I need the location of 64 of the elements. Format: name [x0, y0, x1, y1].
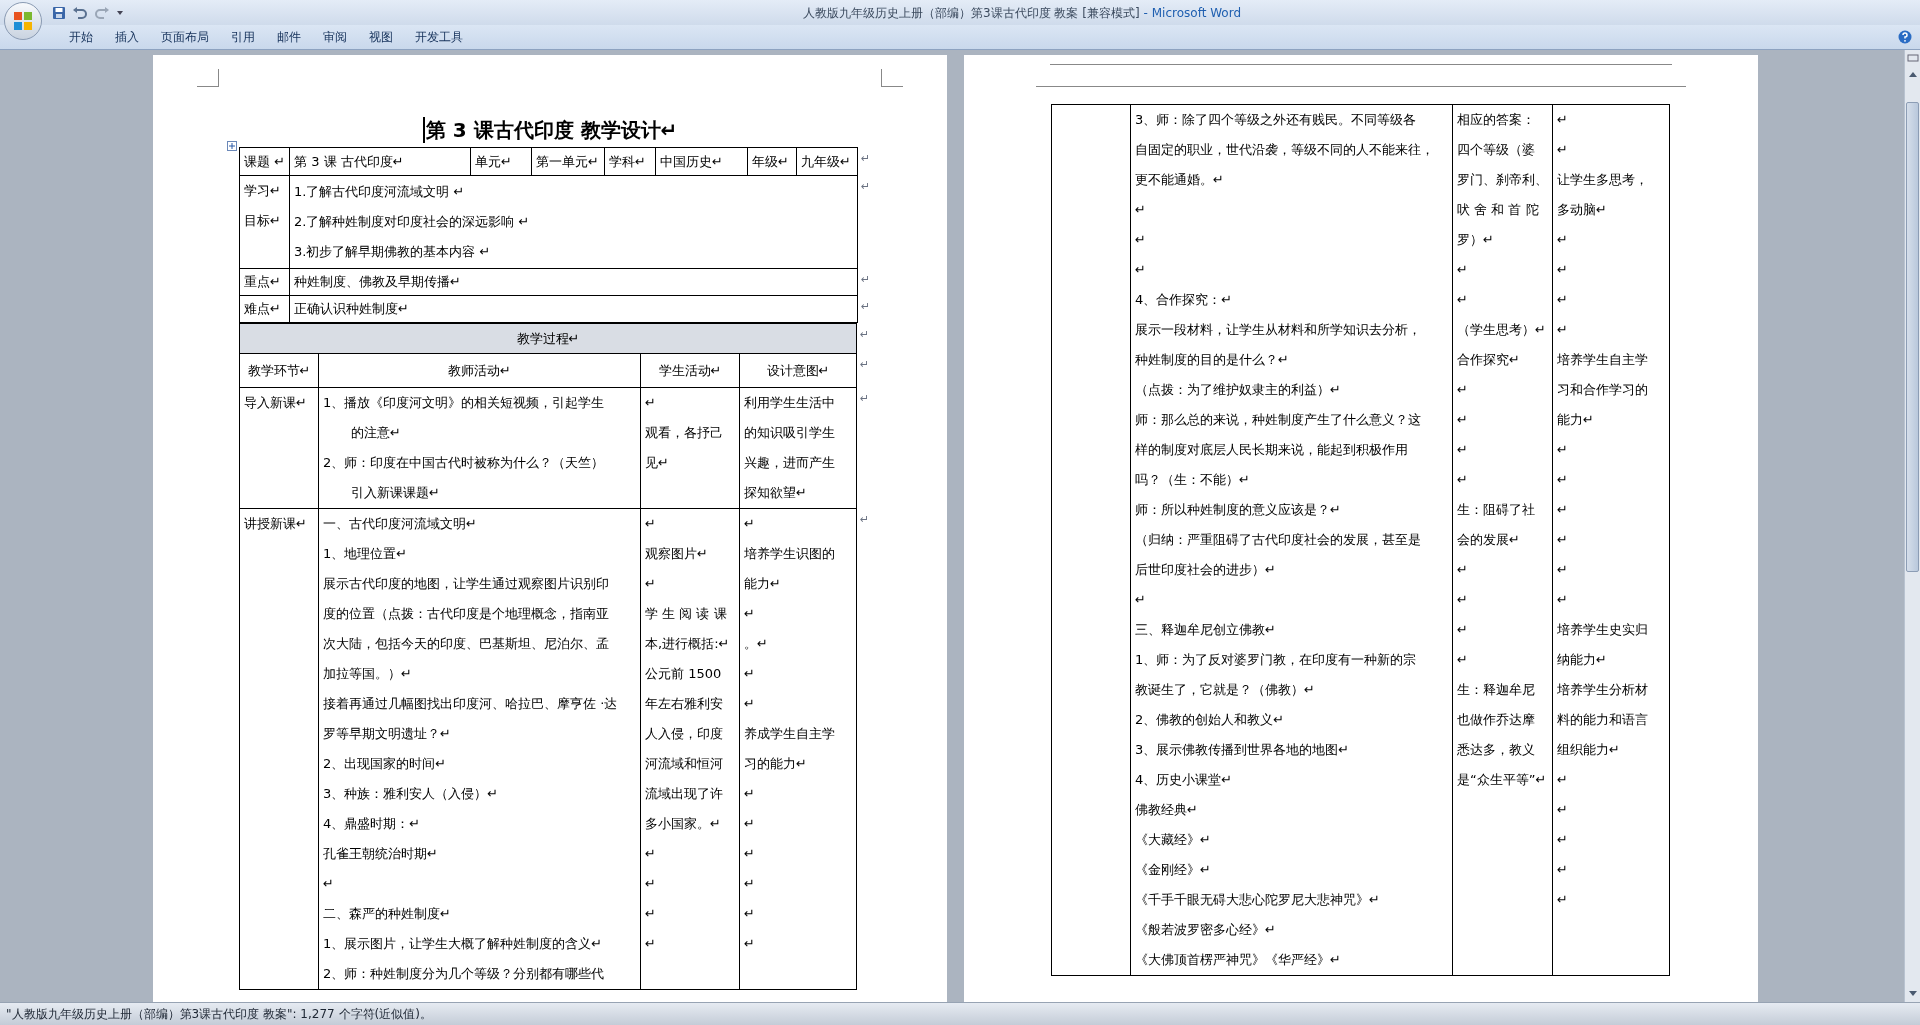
help-icon[interactable]: [1898, 30, 1912, 44]
table-cell: 中国历史↵: [655, 147, 748, 176]
crop-mark: [197, 69, 219, 87]
table-cell: ↵ 观看，各抒己 见↵: [640, 387, 740, 509]
ribbon-tab[interactable]: 审阅: [314, 26, 356, 48]
vertical-scrollbar[interactable]: [1904, 50, 1920, 1002]
table-cell: 学科↵: [604, 147, 656, 176]
ribbon-tab[interactable]: 开发工具: [406, 26, 472, 48]
table-cell: 课题 ↵: [239, 147, 290, 176]
table-cell: 年级↵: [747, 147, 797, 176]
end-of-row-mark: ↵: [860, 327, 870, 341]
ribbon-tab[interactable]: 邮件: [268, 26, 310, 48]
ruler-toggle-icon[interactable]: [1906, 52, 1919, 64]
office-logo-icon: [12, 10, 34, 32]
table-cell: 讲授新课↵: [239, 508, 319, 990]
ribbon-tab[interactable]: 插入: [106, 26, 148, 48]
office-button[interactable]: [4, 2, 42, 40]
table-cell: 1.了解古代印度河流域文明 ↵ 2.了解种姓制度对印度社会的深远影响 ↵ 3.初步了解早期佛教的基本内容 ↵: [289, 175, 858, 269]
table-cell: 种姓制度、佛教及早期传播↵: [289, 268, 858, 296]
end-of-row-mark: ↵: [861, 179, 871, 193]
end-of-row-mark: ↵: [861, 299, 871, 313]
window-title: 人教版九年级历史上册（部编）第3课古代印度 教案 [兼容模式]: [802, 4, 1140, 22]
scrollbar-thumb[interactable]: [1906, 102, 1919, 572]
column-header: 教师活动↵: [318, 353, 641, 388]
table-cell: 第一单元↵: [531, 147, 605, 176]
table-cell: 3、师：除了四个等级之外还有贱民。不同等级各 自固定的职业，世代沿袭，等级不同的人不能来往， 更不能通婚。↵ ↵ ↵ ↵ 4、合作探究：↵ 展示一段材料，让学生从材料和所学知识去分析， 种姓制度的目的是什么？↵ （点拨：为了维护奴隶主的利益）↵ 师：那么总的来说，种姓制度产生了什么意义？这 样的制度对底层人民长期来说，能起到积极作用 吗？（生：不能）↵ 师：所以种姓制度的意义应该是？↵ （归纳：严重阻碍了古代印度社会的发展，甚至是 后世印度社会的进步）↵ ↵ 三、释迦牟尼创立佛教↵ 1、师：为了反对婆罗门教，在印度有一种新的宗 教诞生了，它就是？（佛教）↵ 2、佛教的创始人和教义↵ 3、展示佛教传播到世界各地的地图↵ 4、历史小课堂↵ 佛教经典↵ 《大藏经》↵ 《金刚经》↵ 《千手千眼无碍大悲心陀罗尼大悲神咒》↵ 《般若波罗密多心经》↵ 《大佛顶首楞严神咒》《华严经》↵: [1130, 104, 1453, 976]
ribbon-tab[interactable]: 开始: [60, 26, 102, 48]
ribbon-tab[interactable]: 引用: [222, 26, 264, 48]
table-cell: 单元↵: [470, 147, 532, 176]
table-caption-cell: 教学过程↵: [239, 323, 857, 354]
table-cell: 导入新课↵: [239, 387, 319, 509]
table-move-handle-icon[interactable]: [227, 141, 237, 151]
undo-icon[interactable]: [72, 5, 88, 20]
table-cell: 难点↵: [239, 295, 290, 323]
table-cell: 第 3 课 古代印度↵: [289, 147, 471, 176]
ribbon-tab[interactable]: 视图: [360, 26, 402, 48]
customize-caret-icon[interactable]: [116, 8, 124, 17]
table-cell: 正确认识种姓制度↵: [289, 295, 858, 323]
ribbon-tab[interactable]: 页面布局: [152, 26, 218, 48]
column-header: 设计意图↵: [739, 353, 857, 388]
table-cell: 重点↵: [239, 268, 290, 296]
status-text: "人教版九年级历史上册（部编）第3课古代印度 教案": 1,277 个字符(近似值)。: [6, 1006, 432, 1023]
app-name: - Microsoft Word: [1143, 4, 1242, 22]
end-of-row-mark: ↵: [861, 272, 871, 286]
table-cell: 1、播放《印度河文明》的相关短视频，引起学生 的注意↵ 2、师：印度在中国古代时被称为什么？（天竺） 引入新课课题↵: [318, 387, 641, 509]
crop-mark: [881, 69, 903, 87]
table-cell: 九年级↵: [796, 147, 858, 176]
table-cell: 一、古代印度河流域文明↵ 1、地理位置↵ 展示古代印度的地图，让学生通过观察图片识别印 度的位置（点拨：古代印度是个地理概念，指南亚 次大陆，包括今天的印度、巴基斯坦、尼泊尔、孟 加拉等国。）↵ 接着再通过几幅图找出印度河、哈拉巴、摩亨佐 ·达 罗等早期文明遗址？↵ 2、出现国家的时间↵ 3、种族：雅利安人（入侵）↵ 4、鼎盛时期：↵ 孔雀王朝统治时期↵ ↵ 二、森严的种姓制度↵ 1、展示图片，让学生大概了解种姓制度的含义↵ 2、师：种姓制度分为几个等级？分别都有哪些代: [318, 508, 641, 990]
end-of-row-mark: ↵: [860, 512, 870, 526]
save-icon[interactable]: [52, 5, 66, 20]
table-cell: ↵ ↵ 让学生多思考， 多动脑↵ ↵ ↵ ↵ ↵ 培养学生自主学 习和合作学习的 能力↵ ↵ ↵ ↵ ↵ ↵ ↵ 培养学生史实归 纳能力↵ 培养学生分析材 料的能力和语言 组织能力↵ ↵ ↵ ↵ ↵ ↵: [1552, 104, 1670, 976]
end-of-row-mark: ↵: [860, 357, 870, 371]
column-header: 学生活动↵: [640, 353, 740, 388]
table-cell: 学习↵ 目标↵: [239, 175, 290, 269]
document-heading: 第 3 课古代印度 教学设计↵: [422, 117, 678, 143]
end-of-row-mark: ↵: [861, 151, 871, 165]
table-cell: ↵ 观察图片↵ ↵ 学 生 阅 读 课 本,进行概括:↵ 公元前 1500 年左右雅利安 人入侵，印度 河流域和恒河 流域出现了许 多小国家。↵ ↵ ↵ ↵ ↵: [640, 508, 740, 990]
table-cell: 利用学生生活中 的知识吸引学生 兴趣，进而产生 探知欲望↵: [739, 387, 857, 509]
table-cell: 相应的答案： 四个等级（婆 罗门、刹帝利、 吠 舍 和 首 陀 罗）↵ ↵ ↵ （学生思考）↵ 合作探究↵ ↵ ↵ ↵ ↵ 生：阻碍了社 会的发展↵ ↵ ↵ ↵ ↵ 生：释迦牟尼 也做作乔达摩 悉达多，教义 是“众生平等”↵: [1452, 104, 1553, 976]
end-of-row-mark: ↵: [860, 391, 870, 405]
table-cell: ↵ 培养学生识图的 能力↵ ↵ 。↵ ↵ ↵ 养成学生自主学 习的能力↵ ↵ ↵ ↵ ↵ ↵ ↵: [739, 508, 857, 990]
scroll-down-icon[interactable]: [1908, 991, 1917, 997]
column-header: 教学环节↵: [239, 353, 319, 388]
scroll-up-icon[interactable]: [1908, 71, 1917, 77]
